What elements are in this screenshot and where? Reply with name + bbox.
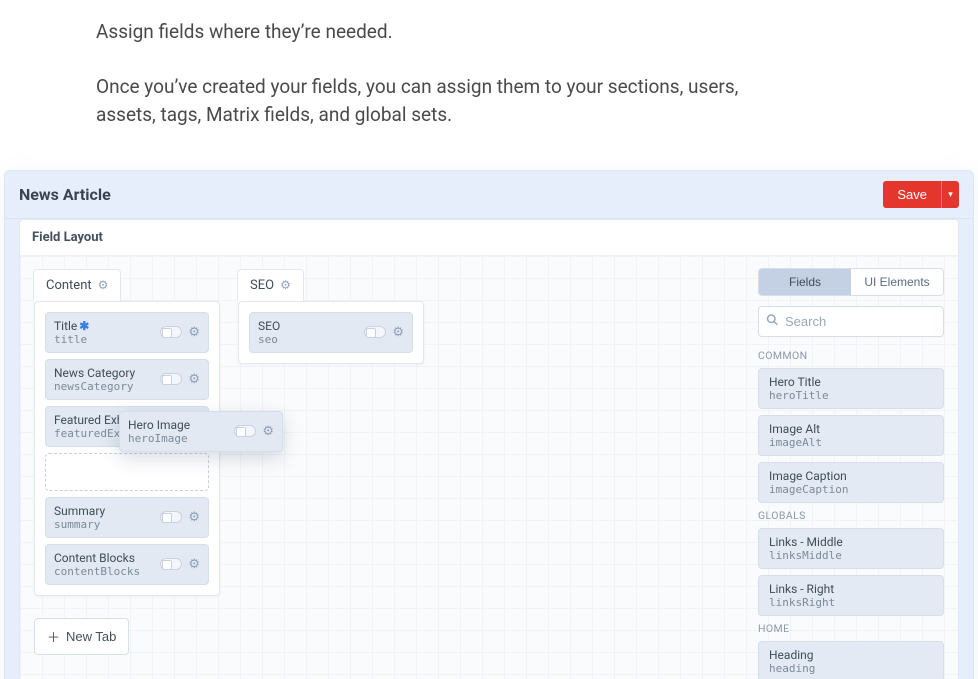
- segment-ui-elements[interactable]: UI Elements: [851, 269, 943, 295]
- gear-icon[interactable]: ⚙: [262, 425, 274, 438]
- gear-icon[interactable]: ⚙: [280, 279, 291, 291]
- chevron-down-icon: ▾: [948, 189, 953, 200]
- gear-icon[interactable]: ⚙: [188, 558, 200, 571]
- library-field-links-middle[interactable]: Links - Middle linksMiddle: [758, 528, 944, 569]
- required-star-icon: ✱: [79, 319, 89, 333]
- page-title: News Article: [19, 185, 111, 204]
- field-chip-summary[interactable]: Summary summary ⚙: [45, 497, 209, 538]
- new-tab-button[interactable]: ＋ New Tab: [34, 618, 129, 655]
- field-handle: seo: [258, 333, 364, 346]
- width-toggle[interactable]: [364, 326, 386, 338]
- tab-name: SEO: [250, 278, 274, 293]
- width-toggle[interactable]: [234, 425, 256, 437]
- library-field-heading[interactable]: Heading heading: [758, 641, 944, 679]
- search-icon: [766, 314, 778, 329]
- field-handle: heading: [769, 662, 933, 675]
- gear-icon[interactable]: ⚙: [392, 326, 404, 339]
- field-label: Content Blocks: [54, 551, 160, 565]
- width-toggle[interactable]: [160, 326, 182, 338]
- field-label: Hero Title: [769, 375, 933, 389]
- save-button[interactable]: Save: [883, 181, 941, 208]
- save-button-group: Save ▾: [883, 181, 959, 208]
- tab-header-seo[interactable]: SEO ⚙: [237, 269, 304, 301]
- field-handle: contentBlocks: [54, 565, 160, 578]
- field-label: Image Alt: [769, 422, 933, 436]
- width-toggle[interactable]: [160, 373, 182, 385]
- drop-placeholder[interactable]: [45, 453, 209, 491]
- library-field-links-right[interactable]: Links - Right linksRight: [758, 575, 944, 616]
- group-label-home: HOME: [758, 622, 944, 635]
- field-label: News Category: [54, 366, 160, 380]
- width-toggle[interactable]: [160, 558, 182, 570]
- search-input[interactable]: [758, 306, 944, 337]
- field-handle: linksRight: [769, 596, 933, 609]
- field-chip-seo[interactable]: SEO seo ⚙: [249, 312, 413, 353]
- field-label: Hero Image: [128, 418, 190, 432]
- intro-line-1: Assign fields where they’re needed.: [96, 18, 800, 47]
- group-label-common: COMMON: [758, 349, 944, 362]
- library-field-image-caption[interactable]: Image Caption imageCaption: [758, 462, 944, 503]
- library-field-image-alt[interactable]: Image Alt imageAlt: [758, 415, 944, 456]
- gear-icon[interactable]: ⚙: [188, 373, 200, 386]
- panel-title: Field Layout: [20, 220, 958, 256]
- intro-line-2: Once you’ve created your fields, you can…: [96, 73, 800, 130]
- field-handle: title: [54, 333, 160, 346]
- field-label: Links - Right: [769, 582, 933, 596]
- field-label: Title: [54, 319, 77, 333]
- gear-icon[interactable]: ⚙: [188, 511, 200, 524]
- plus-icon: ＋: [47, 627, 60, 646]
- field-label: Links - Middle: [769, 535, 933, 549]
- dragging-field-chip[interactable]: Hero Image heroImage ⚙: [119, 411, 283, 452]
- tab-name: Content: [46, 278, 92, 293]
- field-handle: heroTitle: [769, 389, 933, 402]
- library-field-hero-title[interactable]: Hero Title heroTitle: [758, 368, 944, 409]
- field-label: Heading: [769, 648, 933, 662]
- new-tab-label: New Tab: [66, 629, 116, 644]
- field-chip-content-blocks[interactable]: Content Blocks contentBlocks ⚙: [45, 544, 209, 585]
- gear-icon[interactable]: ⚙: [188, 326, 200, 339]
- group-label-globals: GLOBALS: [758, 509, 944, 522]
- field-handle: linksMiddle: [769, 549, 933, 562]
- field-handle: summary: [54, 518, 160, 531]
- field-chip-news-category[interactable]: News Category newsCategory ⚙: [45, 359, 209, 400]
- field-handle: newsCategory: [54, 380, 160, 393]
- app-window: News Article Save ▾ Field Layout Content: [4, 170, 974, 679]
- field-layout-panel: Field Layout Content ⚙: [19, 219, 959, 679]
- field-label: Image Caption: [769, 469, 933, 483]
- field-handle: heroImage: [128, 432, 190, 445]
- field-handle: imageCaption: [769, 483, 933, 496]
- width-toggle[interactable]: [160, 511, 182, 523]
- layout-tab-seo: SEO ⚙ SEO seo: [238, 270, 424, 364]
- field-library-sidebar: Fields UI Elements COMMON Hero Title her…: [758, 256, 958, 679]
- field-handle: imageAlt: [769, 436, 933, 449]
- gear-icon[interactable]: ⚙: [98, 279, 109, 291]
- field-label: Summary: [54, 504, 160, 518]
- sidebar-segmented-tabs: Fields UI Elements: [758, 268, 944, 296]
- field-label: SEO: [258, 319, 364, 333]
- field-chip-title[interactable]: Title✱ title ⚙: [45, 312, 209, 353]
- save-dropdown-button[interactable]: ▾: [941, 181, 959, 208]
- segment-fields[interactable]: Fields: [759, 269, 851, 295]
- app-header: News Article Save ▾: [5, 171, 973, 219]
- search-wrap: [758, 306, 944, 337]
- layout-canvas[interactable]: Content ⚙ Title✱ title: [20, 256, 758, 669]
- panel-body: Content ⚙ Title✱ title: [20, 256, 958, 679]
- tab-header-content[interactable]: Content ⚙: [33, 269, 121, 301]
- intro-copy: Assign fields where they’re needed. Once…: [0, 0, 800, 130]
